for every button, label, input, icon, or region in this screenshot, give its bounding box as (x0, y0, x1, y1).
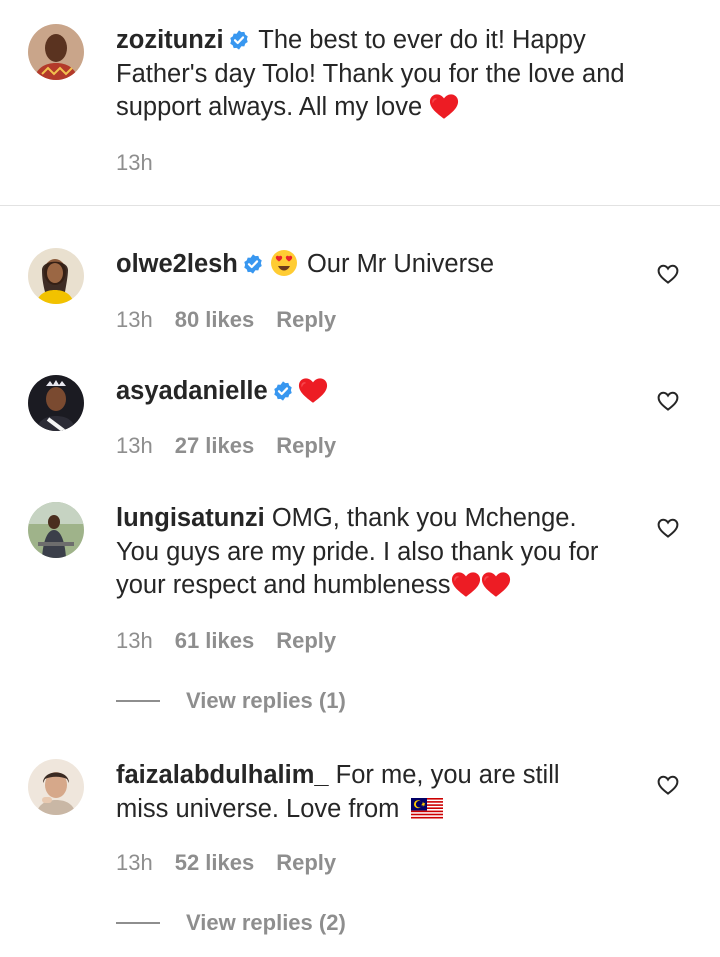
comment-username[interactable]: faizalabdulhalim_ (116, 761, 329, 789)
avatar[interactable] (28, 24, 84, 80)
view-replies-button[interactable]: View replies (1) (186, 688, 346, 714)
view-replies-row[interactable]: View replies (1) (116, 688, 346, 714)
reply-button[interactable]: Reply (276, 307, 336, 333)
caption-text-line2: Father's day Tolo! Thank you for the lov… (116, 59, 625, 88)
avatar[interactable] (28, 375, 84, 431)
red-heart-emoji (481, 571, 511, 598)
comment-text: olwe2lesh Our Mr Universe (116, 248, 656, 282)
reply-button[interactable]: Reply (276, 628, 336, 654)
comment-username[interactable]: olwe2lesh (116, 250, 238, 278)
likes-count[interactable]: 80 likes (175, 307, 255, 333)
replies-divider (116, 700, 160, 702)
comment-text: faizalabdulhalim_ For me, you are still … (116, 759, 656, 826)
red-heart-emoji (429, 93, 459, 120)
verified-badge-icon (272, 380, 294, 402)
comment-body: Our Mr Universe (299, 250, 495, 278)
comment-text: lungisatunzi OMG, thank you Mchenge. You… (116, 502, 656, 603)
likes-count[interactable]: 52 likes (175, 850, 255, 876)
verified-badge-icon (242, 253, 264, 275)
caption-text-line1: The best to ever do it! Happy (251, 26, 586, 54)
likes-count[interactable]: 27 likes (175, 433, 255, 459)
verified-badge-icon (228, 29, 250, 51)
caption-section: zozitunzi The best to ever do it! Happy … (0, 0, 720, 206)
comment-body-line3: your respect and humbleness (116, 571, 451, 599)
comment-body-line2: You guys are my pride. I also thank you … (116, 537, 599, 566)
view-replies-button[interactable]: View replies (2) (186, 910, 346, 936)
comment-body-line1: For me, you are still (328, 761, 560, 789)
comment-meta: 13h 52 likes Reply (116, 850, 336, 876)
caption-text: zozitunzi The best to ever do it! Happy … (116, 24, 656, 125)
comment-time: 13h (116, 628, 153, 653)
reply-button[interactable]: Reply (276, 850, 336, 876)
comment-meta: 13h 27 likes Reply (116, 433, 336, 459)
comment-username[interactable]: asyadanielle (116, 377, 268, 405)
comment-time: 13h (116, 433, 153, 458)
likes-count[interactable]: 61 likes (175, 628, 255, 654)
comment-meta: 13h 61 likes Reply (116, 628, 336, 654)
avatar[interactable] (28, 759, 84, 815)
comment-time: 13h (116, 850, 153, 875)
reply-button[interactable]: Reply (276, 433, 336, 459)
caption-username[interactable]: zozitunzi (116, 26, 224, 54)
comment-body-line1: OMG, thank you Mchenge. (264, 504, 577, 532)
heart-outline-icon[interactable] (656, 516, 680, 540)
avatar[interactable] (28, 502, 84, 558)
heart-outline-icon[interactable] (656, 389, 680, 413)
red-heart-emoji (298, 377, 328, 404)
heart-eyes-emoji (270, 250, 297, 276)
comment-body-line2: miss universe. Love from (116, 794, 407, 823)
avatar[interactable] (28, 248, 84, 304)
view-replies-row[interactable]: View replies (2) (116, 910, 346, 936)
caption-meta: 13h (116, 150, 153, 176)
comment-text: asyadanielle (116, 375, 656, 409)
heart-outline-icon[interactable] (656, 773, 680, 797)
caption-time: 13h (116, 150, 153, 175)
caption-text-line3: support always. All my love (116, 93, 430, 121)
comment-meta: 13h 80 likes Reply (116, 307, 336, 333)
comment-time: 13h (116, 307, 153, 332)
replies-divider (116, 922, 160, 924)
comment-username[interactable]: lungisatunzi (116, 504, 265, 532)
red-heart-emoji (451, 571, 481, 598)
malaysia-flag-emoji (410, 797, 443, 820)
heart-outline-icon[interactable] (656, 262, 680, 286)
